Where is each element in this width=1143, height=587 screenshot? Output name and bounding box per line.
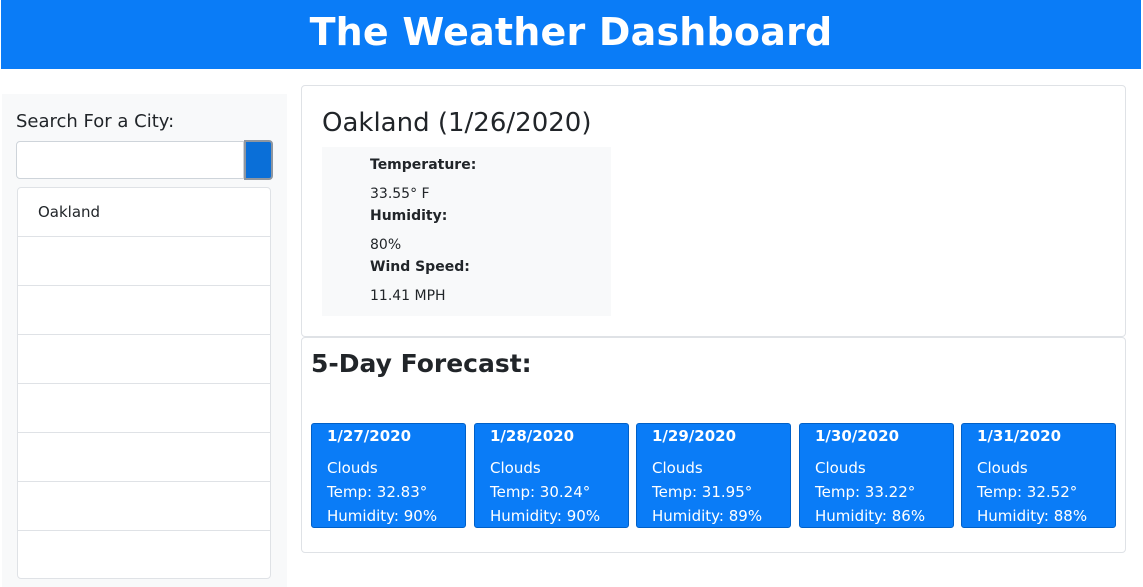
history-item[interactable] (18, 531, 270, 580)
forecast-temp: Temp: 30.24° (490, 483, 591, 501)
forecast-condition: Clouds (490, 459, 541, 477)
history-item[interactable] (18, 237, 270, 286)
current-weather-card: Oakland (1/26/2020) Temperature: 33.55° … (301, 85, 1126, 337)
forecast-humidity: Humidity: 90% (490, 507, 601, 525)
forecast-temp: Temp: 31.95° (652, 483, 753, 501)
history-item[interactable] (18, 433, 270, 482)
forecast-humidity: Humidity: 86% (815, 507, 926, 525)
page-title: The Weather Dashboard (309, 10, 833, 54)
forecast-day-card: 1/27/2020 Clouds Temp: 32.83° Humidity: … (311, 423, 466, 528)
forecast-day-card: 1/31/2020 Clouds Temp: 32.52° Humidity: … (961, 423, 1116, 528)
temperature-label: Temperature: (370, 157, 477, 173)
humidity-label: Humidity: (370, 208, 448, 224)
search-label: Search For a City: (16, 111, 175, 132)
forecast-condition: Clouds (652, 459, 703, 477)
forecast-day-card: 1/29/2020 Clouds Temp: 31.95° Humidity: … (636, 423, 791, 528)
forecast-humidity: Humidity: 89% (652, 507, 763, 525)
forecast-day-card: 1/30/2020 Clouds Temp: 33.22° Humidity: … (799, 423, 954, 528)
current-city-title: Oakland (1/26/2020) (322, 108, 592, 138)
forecast-condition: Clouds (327, 459, 378, 477)
forecast-condition: Clouds (815, 459, 866, 477)
forecast-temp: Temp: 33.22° (815, 483, 916, 501)
history-item[interactable]: Oakland (18, 188, 270, 237)
wind-speed-label: Wind Speed: (370, 259, 470, 275)
forecast-date: 1/29/2020 (652, 427, 737, 445)
wind-speed-value: 11.41 MPH (370, 288, 446, 304)
history-item[interactable] (18, 482, 270, 531)
forecast-day-card: 1/28/2020 Clouds Temp: 30.24° Humidity: … (474, 423, 629, 528)
search-history-list: Oakland (17, 187, 271, 579)
forecast-humidity: Humidity: 88% (977, 507, 1088, 525)
forecast-humidity: Humidity: 90% (327, 507, 438, 525)
humidity-value: 80% (370, 237, 402, 253)
search-button[interactable] (244, 140, 273, 180)
forecast-date: 1/27/2020 (327, 427, 412, 445)
forecast-condition: Clouds (977, 459, 1028, 477)
page-header: The Weather Dashboard (1, 0, 1141, 69)
forecast-temp: Temp: 32.52° (977, 483, 1078, 501)
current-stats-panel: Temperature: 33.55° F Humidity: 80% Wind… (322, 147, 611, 316)
temperature-value: 33.55° F (370, 186, 430, 202)
search-input[interactable] (16, 141, 244, 179)
history-item[interactable] (18, 335, 270, 384)
forecast-card: 5-Day Forecast: 1/27/2020 Clouds Temp: 3… (301, 337, 1126, 553)
forecast-temp: Temp: 32.83° (327, 483, 428, 501)
history-item[interactable] (18, 286, 270, 335)
forecast-date: 1/31/2020 (977, 427, 1062, 445)
sidebar: Search For a City: Oakland (2, 94, 287, 587)
forecast-date: 1/28/2020 (490, 427, 575, 445)
history-item[interactable] (18, 384, 270, 433)
forecast-date: 1/30/2020 (815, 427, 900, 445)
forecast-title: 5-Day Forecast: (311, 349, 532, 378)
